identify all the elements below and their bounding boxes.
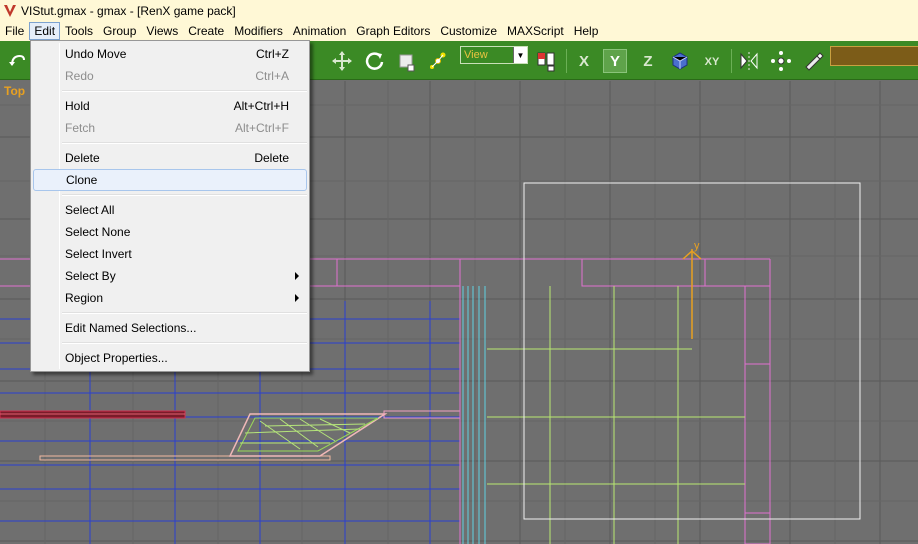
menu-separator <box>62 90 307 92</box>
cyan-pillar-object[interactable] <box>462 286 486 544</box>
svg-text:Z: Z <box>643 53 652 70</box>
menu-item-edit-named-selections[interactable]: Edit Named Selections... <box>33 317 307 339</box>
gmax-app-icon[interactable] <box>3 4 17 18</box>
menu-item-label: Hold <box>65 99 90 113</box>
chevron-down-icon[interactable]: ▼ <box>513 47 527 63</box>
menu-item-shortcut: Delete <box>254 151 289 165</box>
menu-item-region[interactable]: Region <box>33 287 307 309</box>
align-icon[interactable] <box>769 49 793 73</box>
gizmo-axis-label: y <box>694 240 700 252</box>
submenu-arrow-icon <box>295 294 299 302</box>
menu-item-undo-move[interactable]: Undo Move Ctrl+Z <box>33 43 307 65</box>
menu-item-label: Select None <box>65 225 131 239</box>
rotate-icon[interactable] <box>362 49 386 73</box>
svg-text:X: X <box>579 53 589 70</box>
menu-item-object-properties[interactable]: Object Properties... <box>33 347 307 369</box>
menu-item-select-none[interactable]: Select None <box>33 221 307 243</box>
menu-bar: File Edit Tools Group Views Create Modif… <box>0 21 918 41</box>
svg-text:XY: XY <box>705 56 720 68</box>
restrict-xy-button[interactable]: XY <box>700 49 724 73</box>
menu-item-label: Select All <box>65 203 115 217</box>
reference-coordinate-value: View <box>464 49 488 61</box>
menu-item-label: Object Properties... <box>65 351 168 365</box>
menu-item-label: Redo <box>65 69 94 83</box>
menu-modifiers[interactable]: Modifiers <box>229 22 288 40</box>
menu-item-label: Select By <box>65 269 116 283</box>
menu-item-shortcut: Alt+Ctrl+H <box>233 99 289 113</box>
menu-animation[interactable]: Animation <box>288 22 351 40</box>
menu-item-shortcut: Ctrl+Z <box>256 47 289 61</box>
menu-item-select-by[interactable]: Select By <box>33 265 307 287</box>
menu-item-hold[interactable]: Hold Alt+Ctrl+H <box>33 95 307 117</box>
menu-item-shortcut: Alt+Ctrl+F <box>234 121 289 135</box>
submenu-arrow-icon <box>295 272 299 280</box>
transform-gizmo[interactable]: y <box>682 240 702 339</box>
select-manipulate-icon[interactable] <box>426 49 450 73</box>
restrict-x-button[interactable]: X <box>572 49 596 73</box>
menu-item-clone[interactable]: Clone <box>33 169 307 191</box>
menu-separator <box>62 312 307 314</box>
selected-object-bounds[interactable] <box>523 182 861 520</box>
scale-icon[interactable] <box>394 49 418 73</box>
menu-item-fetch[interactable]: Fetch Alt+Ctrl+F <box>33 117 307 139</box>
menu-item-label: Clone <box>66 173 98 187</box>
menu-item-label: Undo Move <box>65 47 127 61</box>
restrict-z-button[interactable]: Z <box>636 49 660 73</box>
menu-graph-editors[interactable]: Graph Editors <box>351 22 435 40</box>
menu-separator <box>62 342 307 344</box>
viewport-label[interactable]: Top <box>4 84 25 98</box>
menu-item-label: Select Invert <box>65 247 132 261</box>
menu-create[interactable]: Create <box>183 22 229 40</box>
menu-edit[interactable]: Edit <box>29 22 61 40</box>
menu-item-redo[interactable]: Redo Ctrl+A <box>33 65 307 87</box>
edit-menu-dropdown: Undo Move Ctrl+Z Redo Ctrl+A Hold Alt+Ct… <box>30 40 310 372</box>
menu-item-label: Fetch <box>65 121 96 135</box>
svg-text:Y: Y <box>610 53 620 70</box>
menu-item-shortcut: Ctrl+A <box>255 69 289 83</box>
mirror-icon[interactable] <box>737 49 761 73</box>
menu-item-label: Delete <box>65 151 100 165</box>
menu-item-label: Edit Named Selections... <box>65 321 197 335</box>
window-title: VIStut.gmax - gmax - [RenX game pack] <box>21 3 236 18</box>
axis-constraint-cube-icon[interactable] <box>668 49 692 73</box>
restrict-y-button[interactable]: Y <box>603 49 627 73</box>
menu-views[interactable]: Views <box>141 22 183 40</box>
menu-tools[interactable]: Tools <box>60 22 98 40</box>
material-editor-icon[interactable] <box>801 49 825 73</box>
menu-file[interactable]: File <box>0 22 29 40</box>
menu-item-select-invert[interactable]: Select Invert <box>33 243 307 265</box>
menu-separator <box>62 142 307 144</box>
menu-item-delete[interactable]: Delete Delete <box>33 147 307 169</box>
menu-item-select-all[interactable]: Select All <box>33 199 307 221</box>
menu-group[interactable]: Group <box>98 22 141 40</box>
move-icon[interactable] <box>330 49 354 73</box>
red-beam-object[interactable] <box>0 410 186 419</box>
menu-maxscript[interactable]: MAXScript <box>502 22 569 40</box>
menu-separator <box>62 194 307 196</box>
title-bar: VIStut.gmax - gmax - [RenX game pack] <box>0 0 918 21</box>
yellow-green-grid-object[interactable] <box>487 286 745 544</box>
menu-customize[interactable]: Customize <box>435 22 502 40</box>
menu-item-label: Region <box>65 291 104 305</box>
menu-help[interactable]: Help <box>569 22 604 40</box>
undo-icon[interactable] <box>6 49 30 73</box>
reference-coordinate-select[interactable]: View ▼ <box>460 46 528 64</box>
named-selection-field[interactable] <box>830 46 918 66</box>
pivot-center-icon[interactable] <box>534 49 558 73</box>
toolbar-separator <box>731 49 732 73</box>
toolbar-separator <box>566 49 567 73</box>
